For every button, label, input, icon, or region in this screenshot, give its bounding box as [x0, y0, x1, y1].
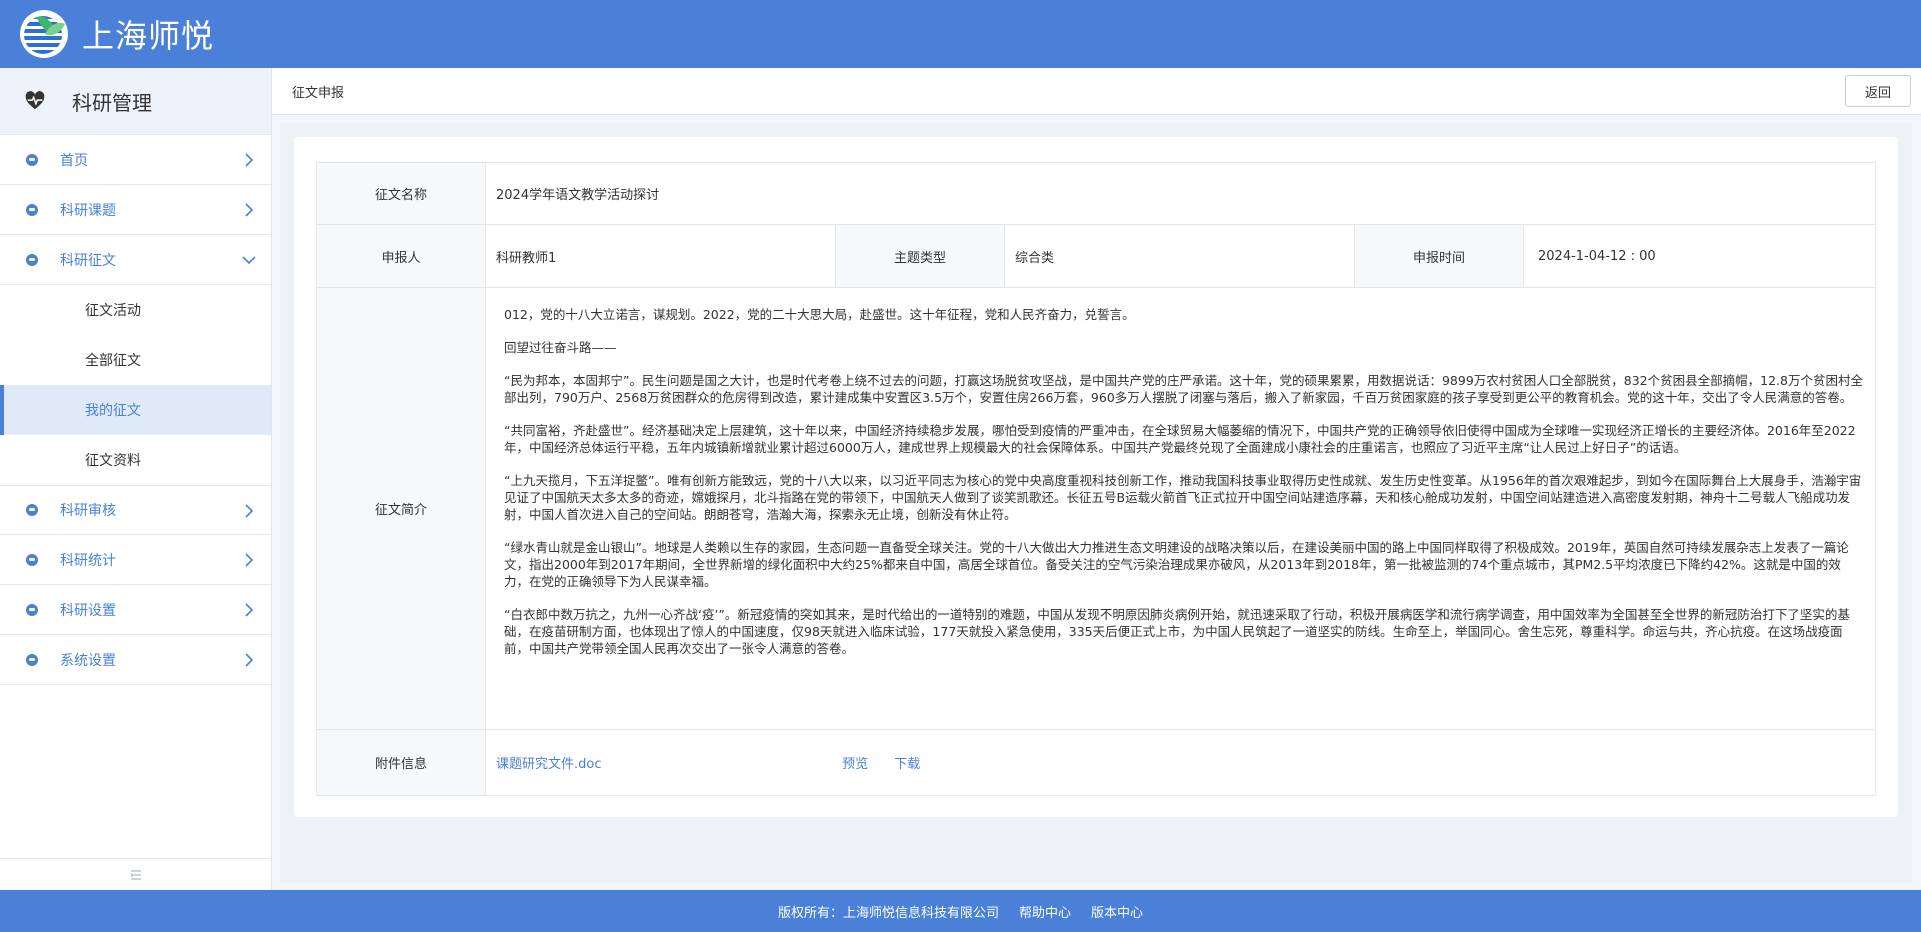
chevron-down-icon [242, 256, 256, 265]
chat-bubble-icon [26, 653, 38, 666]
sidebar-item-research-statistics[interactable]: 科研统计 [0, 535, 271, 585]
collapse-menu-icon [130, 870, 141, 879]
sidebar-item-research-review[interactable]: 科研审核 [0, 485, 271, 535]
footer-copyright: 版权所有：上海师悦信息科技有限公司 [777, 905, 999, 921]
summary-paragraph: “绿水青山就是金山银山”。地球是人类赖以生存的家园，生态问题一直备受全球关注。党… [504, 540, 1849, 589]
table-row: 征文名称 2024学年语文教学活动探讨 [316, 162, 1876, 225]
chevron-right-icon [245, 504, 254, 518]
attachment-cell: 课题研究文件.doc 预览 下载 [485, 729, 1876, 796]
sidebar-item-home[interactable]: 首页 [0, 135, 271, 185]
back-button[interactable]: 返回 [1845, 75, 1911, 107]
summary-paragraph: “共同富裕，齐赴盛世”。经济基础决定上层建筑，这十年以来，中国经济持续稳步发展，… [504, 423, 1856, 455]
sidebar-subitem-all-essays[interactable]: 全部征文 [0, 335, 271, 385]
summary-paragraph: “上九天揽月，下五洋捉鳖”。唯有创新方能致远，党的十八大以来，以习近平同志为核心… [504, 473, 1862, 522]
sidebar-item-label: 系统设置 [60, 652, 116, 669]
footer: 版权所有：上海师悦信息科技有限公司 帮助中心 版本中心 [0, 890, 1921, 932]
field-label: 申报时间 [1354, 224, 1524, 288]
table-row: 申报人 科研教师1 主题类型 综合类 申报时间 2024-1-04-12 : 0… [316, 224, 1876, 288]
field-label: 申报人 [316, 224, 486, 288]
chat-bubble-icon [26, 553, 38, 566]
sidebar-subitem-essay-materials[interactable]: 征文资料 [0, 435, 271, 485]
sidebar-item-label: 科研征文 [60, 252, 116, 269]
sidebar-item-system-settings[interactable]: 系统设置 [0, 635, 271, 685]
field-label: 征文名称 [316, 162, 486, 225]
chat-bubble-icon [26, 153, 38, 166]
footer-help-link[interactable]: 帮助中心 [1019, 902, 1071, 921]
sidebar-title: 科研管理 [72, 90, 152, 115]
chat-bubble-icon [26, 203, 38, 216]
chevron-right-icon [245, 553, 254, 567]
summary-paragraph: “民为邦本，本固邦宁”。民生问题是国之大计，也是时代考卷上绕不过去的问题，打赢这… [504, 373, 1863, 405]
table-row: 附件信息 课题研究文件.doc 预览 下载 [316, 729, 1876, 796]
sidebar-item-research-essays[interactable]: 科研征文 [0, 235, 271, 285]
attachment-file-link[interactable]: 课题研究文件.doc [496, 753, 838, 772]
summary-paragraph: 回望过往奋斗路—— [504, 340, 617, 355]
chat-bubble-icon [26, 253, 38, 266]
chevron-right-icon [245, 153, 254, 167]
sidebar-item-label: 科研审核 [60, 503, 116, 519]
sidebar-item-label: 科研设置 [60, 602, 116, 619]
submit-date-value: 2024-1-04-12 : 00 [1523, 224, 1876, 288]
logo-icon [20, 10, 68, 58]
essay-detail-card: 征文名称 2024学年语文教学活动探讨 申报人 科研教师1 主题类型 综合类 申… [294, 137, 1898, 817]
main-content: 征文申报 返回 征文名称 2024学年语文教学活动探讨 申报人 科研教师1 主题… [272, 68, 1921, 890]
applicant-value: 科研教师1 [485, 224, 836, 288]
essay-detail-table: 征文名称 2024学年语文教学活动探讨 申报人 科研教师1 主题类型 综合类 申… [316, 162, 1876, 796]
brand-name: 上海师悦 [82, 17, 215, 55]
essay-summary: 012，党的十八大立诺言，谋规划。2022，党的二十大思大局，赴盛世。这十年征程… [485, 287, 1876, 730]
summary-paragraph: 012，党的十八大立诺言，谋规划。2022，党的二十大思大局，赴盛世。这十年征程… [504, 307, 1135, 322]
field-label: 附件信息 [316, 729, 486, 796]
chevron-right-icon [245, 203, 254, 217]
footer-version-link[interactable]: 版本中心 [1091, 902, 1143, 921]
sidebar-item-label: 科研统计 [60, 552, 116, 569]
breadcrumb: 征文申报 [292, 85, 345, 101]
content-panel: 征文名称 2024学年语文教学活动探讨 申报人 科研教师1 主题类型 综合类 申… [280, 123, 1912, 883]
table-row: 征文简介 012，党的十八大立诺言，谋规划。2022，党的二十大思大局，赴盛世。… [316, 287, 1876, 730]
field-label: 征文简介 [316, 287, 486, 730]
sidebar-item-research-topics[interactable]: 科研课题 [0, 185, 271, 235]
chat-bubble-icon [26, 603, 38, 616]
top-header: 上海师悦 [0, 0, 1921, 68]
breadcrumb-bar: 征文申报 返回 [272, 68, 1921, 115]
chevron-right-icon [245, 603, 254, 617]
preview-link[interactable]: 预览 [842, 757, 868, 772]
download-link[interactable]: 下载 [894, 757, 920, 772]
chat-bubble-icon [26, 504, 38, 516]
field-label: 主题类型 [835, 224, 1005, 288]
essay-name-value: 2024学年语文教学活动探讨 [485, 162, 1876, 225]
sidebar-item-label: 首页 [60, 152, 88, 169]
sidebar-subitem-my-essays[interactable]: 我的征文 [0, 385, 271, 435]
sidebar-collapse-toggle[interactable] [0, 858, 271, 890]
theme-type-value: 综合类 [1004, 224, 1355, 288]
sidebar-header: 科研管理 [0, 68, 271, 135]
sidebar-item-label: 科研课题 [60, 202, 116, 219]
sidebar: 科研管理 首页 科研课题 科研征文 征文活动 全部征文 我的征文 征文资料 科研… [0, 68, 272, 890]
sidebar-item-research-settings[interactable]: 科研设置 [0, 585, 271, 635]
summary-paragraph: “白衣郎中数万抗之，九州一心齐战‘疫’”。新冠疫情的突如其来，是时代给出的一道特… [504, 607, 1850, 656]
sidebar-subitem-essay-activities[interactable]: 征文活动 [0, 285, 271, 335]
chevron-right-icon [245, 653, 254, 667]
heart-pulse-icon [25, 91, 45, 110]
